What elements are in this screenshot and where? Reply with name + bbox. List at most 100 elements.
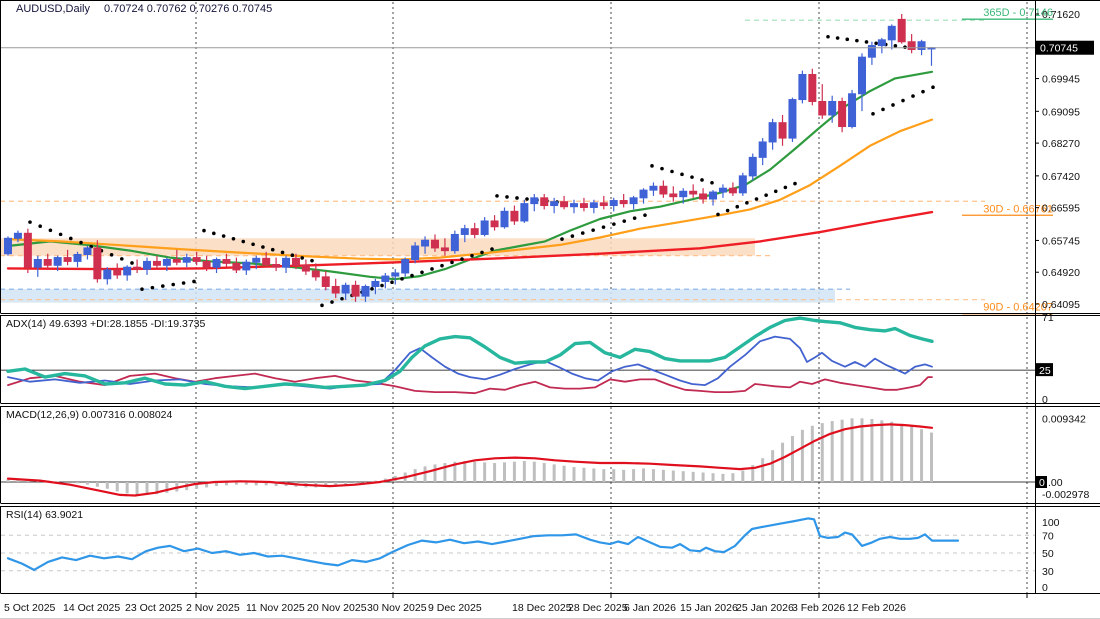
- psar-dot: [430, 267, 434, 271]
- candle-body: [212, 258, 221, 268]
- psar-dot: [855, 38, 859, 43]
- candle-body: [877, 39, 886, 47]
- candle-body: [718, 187, 727, 193]
- psar-dot: [650, 164, 654, 168]
- adx-indicator-label: ADX(14) 49.6393 +DI:28.1855 -DI:19.3735: [6, 318, 206, 330]
- psar-dot: [420, 270, 424, 275]
- psar-dot: [290, 253, 295, 257]
- candle-body: [619, 200, 628, 205]
- candle-body: [639, 189, 648, 199]
- candle-body: [162, 258, 171, 266]
- rsi-axis-label: 0: [1042, 582, 1048, 594]
- psar-dot: [871, 112, 875, 116]
- psar-dot: [881, 107, 885, 112]
- psar-dot: [140, 287, 144, 291]
- candle-body: [728, 187, 737, 194]
- psar-dot: [120, 257, 124, 261]
- date-axis-label: 14 Oct 2025: [63, 602, 120, 614]
- chart-title: AUDUSD,Daily 0.70724 0.70762 0.70276 0.70…: [16, 3, 272, 15]
- price-axis-label: 0.69945: [1042, 74, 1080, 86]
- candle-body: [331, 285, 340, 294]
- psar-dot: [130, 261, 134, 265]
- psar-dot: [783, 185, 788, 190]
- psar-dot: [261, 245, 265, 249]
- candle-body: [460, 228, 469, 235]
- price-axis-label: 0.66595: [1042, 203, 1080, 215]
- date-axis-label: 15 Jan 2026: [680, 602, 738, 614]
- candle-body: [500, 210, 509, 228]
- psar-dot: [735, 204, 740, 209]
- psar-dot: [560, 237, 564, 241]
- psar-dot: [515, 196, 519, 200]
- price-axis-label: 0.67420: [1042, 171, 1080, 183]
- candle-body: [560, 201, 569, 208]
- candle-body: [907, 41, 916, 50]
- candle-body: [709, 191, 718, 200]
- psar-dot: [390, 280, 394, 284]
- candle-body: [411, 245, 420, 260]
- date-axis-label: 20 Nov 2025: [307, 602, 367, 614]
- psar-dot: [300, 256, 304, 260]
- psar-dot: [745, 201, 749, 205]
- psar-dot: [251, 242, 255, 247]
- candle-body: [172, 258, 181, 263]
- candle-body: [659, 185, 668, 195]
- current-price-badge-text: 0.70745: [1040, 43, 1078, 55]
- psar-dot: [202, 228, 206, 233]
- candle-body: [589, 202, 598, 208]
- date-axis-label: 23 Oct 2025: [125, 602, 182, 614]
- candle-body: [609, 200, 618, 207]
- candle-body: [182, 257, 191, 263]
- psar-dot: [903, 45, 907, 49]
- candle-body: [232, 262, 241, 271]
- candle-body: [93, 247, 102, 280]
- candle-body: [689, 190, 698, 195]
- psar-dot: [632, 216, 637, 220]
- psar-dot: [826, 34, 830, 39]
- candle-body: [540, 197, 549, 207]
- candle-body: [113, 269, 122, 276]
- trading-chart-window: 365D - 0.7146 30D - 0.66761 90D - 0.64207 0…: [0, 0, 1100, 619]
- psar-dot: [773, 189, 778, 194]
- psar-dot: [660, 166, 664, 171]
- candle-body: [361, 285, 370, 297]
- psar-dot: [700, 178, 704, 182]
- date-axis-label: 12 Feb 2026: [847, 602, 906, 614]
- psar-dot: [440, 263, 444, 268]
- price-axis-label: 0.68270: [1042, 138, 1080, 150]
- candle-body: [778, 122, 787, 139]
- candle-body: [222, 258, 231, 264]
- candle-body: [699, 193, 708, 200]
- candle-body: [510, 210, 519, 222]
- psar-dot: [460, 257, 464, 261]
- candle-body: [848, 93, 857, 128]
- psar-dot: [161, 284, 165, 288]
- symbol-period-label: AUDUSD,Daily: [16, 3, 90, 15]
- date-axis-label: 28 Dec 2025: [568, 602, 628, 614]
- candle-body: [579, 203, 588, 208]
- candle-body: [143, 260, 152, 270]
- candle-body: [391, 272, 400, 277]
- psar-dot: [221, 234, 226, 238]
- candle-body: [321, 276, 330, 287]
- psar-dot: [601, 225, 606, 229]
- candle-body: [808, 74, 817, 102]
- psar-dot: [911, 94, 915, 98]
- candle-body: [83, 247, 92, 255]
- candle-body: [4, 237, 12, 255]
- ohlc-values: 0.70724 0.70762 0.70276 0.70745: [103, 3, 273, 15]
- psar-dot: [330, 300, 334, 304]
- psar-dot: [310, 258, 314, 263]
- supply-zone: [0, 238, 755, 256]
- psar-dot: [470, 253, 474, 258]
- candle-body: [43, 258, 52, 266]
- chart-canvas[interactable]: 365D - 0.714630D - 0.6676190D - 0.642070…: [0, 0, 1100, 619]
- psar-dot: [280, 250, 285, 255]
- macd-axis-label-top: 0.009342: [1042, 414, 1086, 426]
- candle-body: [421, 239, 430, 247]
- candle-body: [758, 141, 767, 158]
- psar-dot: [874, 41, 878, 46]
- candle-body: [262, 257, 271, 266]
- psar-dot: [340, 296, 344, 301]
- candle-body: [917, 41, 926, 50]
